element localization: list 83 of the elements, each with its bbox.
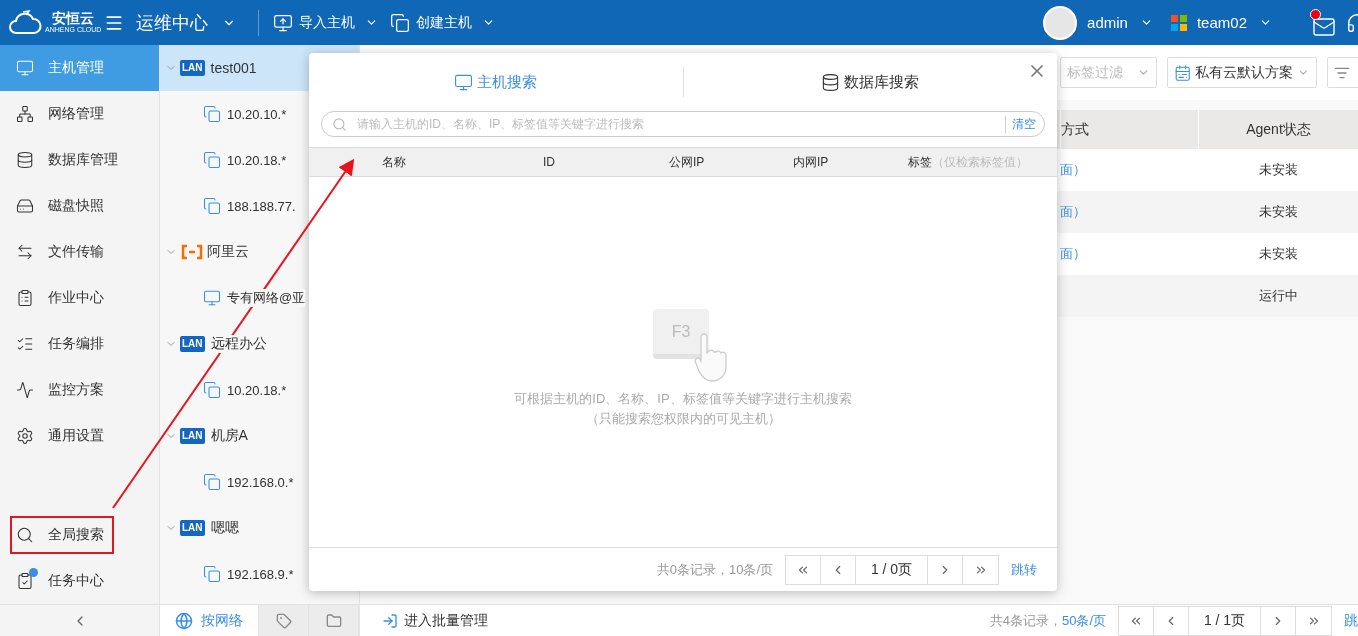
- column-header: 公网IP: [669, 153, 706, 171]
- tag-icon: [275, 612, 292, 629]
- clipboard-icon: [16, 289, 34, 307]
- globe-icon: [175, 611, 194, 630]
- transfer-icon: [16, 243, 34, 261]
- node-label: 阿里云: [207, 243, 249, 261]
- enter-icon: [382, 612, 398, 629]
- nav-item[interactable]: 磁盘快照: [0, 183, 159, 229]
- database-icon: [16, 151, 34, 169]
- record-summary: 共0条记录，10条/页: [656, 560, 773, 579]
- top-action-button[interactable]: 导入主机: [271, 12, 388, 33]
- node-label: 嗯嗯: [210, 519, 239, 537]
- nav-item[interactable]: 文件传输: [0, 229, 159, 275]
- filter-select[interactable]: 私有云默认方案: [1167, 57, 1317, 88]
- tree-tab[interactable]: [309, 605, 359, 636]
- tree-node[interactable]: 阿里云: [160, 229, 359, 275]
- column-header: 内网IP: [793, 153, 830, 171]
- nav-item[interactable]: 全局搜索: [0, 512, 159, 558]
- node-label: 机房A: [210, 427, 248, 445]
- tree-leaf[interactable]: 10.20.18.*: [160, 137, 359, 183]
- jump-link[interactable]: 跳转: [1011, 560, 1037, 579]
- avatar[interactable]: [1043, 5, 1078, 40]
- tree-node[interactable]: LAN 嗯嗯: [160, 505, 359, 551]
- search-icon: [16, 526, 34, 544]
- search-icon: [332, 116, 347, 132]
- agent-status: 未安装: [1258, 203, 1298, 221]
- empty-hint: （只能搜索您权限内的可见主机）: [585, 410, 781, 428]
- folder-icon: [325, 612, 342, 629]
- database-icon: [821, 72, 841, 92]
- logo-text: 安恒云: [52, 11, 95, 26]
- checklist-icon: [16, 335, 34, 353]
- tree-leaf[interactable]: 专有网络@亚: [160, 275, 359, 321]
- access-link[interactable]: 面）: [1060, 161, 1086, 179]
- dialog-tab[interactable]: 数据库搜索: [683, 67, 1057, 97]
- clear-button[interactable]: 清空: [1005, 115, 1040, 133]
- sort-button[interactable]: [1327, 57, 1358, 88]
- lan-badge: LAN: [180, 60, 205, 76]
- cloud-logo-icon: [8, 9, 42, 36]
- nav-item[interactable]: 任务中心: [0, 558, 159, 604]
- node-label: 远程办公: [210, 335, 267, 353]
- module-dropdown[interactable]: 运维中心: [124, 10, 236, 35]
- settings-icon: [16, 427, 34, 445]
- bracket-logo-icon: [180, 244, 204, 260]
- clipboard-check-icon: [16, 572, 34, 590]
- calendar-icon: [1174, 63, 1192, 82]
- team-logo-icon: [1170, 14, 1187, 31]
- tree-leaf[interactable]: 188.188.77.: [160, 183, 359, 229]
- nav-item[interactable]: 作业中心: [0, 275, 159, 321]
- tree-tab[interactable]: 按网络: [160, 605, 260, 636]
- network-icon: [16, 105, 34, 123]
- access-link[interactable]: 面）: [1060, 245, 1086, 263]
- lan-badge: LAN: [180, 336, 205, 352]
- nav-item[interactable]: 数据库管理: [0, 137, 159, 183]
- nav-item[interactable]: 通用设置: [0, 413, 159, 459]
- nav-item[interactable]: 网络管理: [0, 91, 159, 137]
- tree-leaf[interactable]: 192.168.0.*: [160, 459, 359, 505]
- mail-button[interactable]: [1312, 10, 1336, 35]
- empty-hint: 可根据主机的ID、名称、IP、标签值等关键字进行主机搜索: [514, 390, 852, 408]
- column-header: 名称: [382, 153, 407, 171]
- lan-badge: LAN: [180, 428, 205, 444]
- lan-badge: LAN: [180, 520, 205, 536]
- batch-manage-button[interactable]: 进入批量管理: [382, 611, 488, 630]
- tree-node[interactable]: LAN 机房A: [160, 413, 359, 459]
- column-header: ID: [543, 155, 556, 169]
- agent-status: 运行中: [1258, 287, 1298, 305]
- tree-node[interactable]: LAN 远程办公: [160, 321, 359, 367]
- node-label: test001: [210, 60, 257, 76]
- agent-status: 未安装: [1258, 161, 1298, 179]
- agent-status: 未安装: [1258, 245, 1298, 263]
- tree-leaf[interactable]: 10.20.18.*: [160, 367, 359, 413]
- hand-icon: [693, 333, 729, 385]
- pulse-icon: [16, 381, 34, 399]
- tree-leaf[interactable]: 192.168.9.*: [160, 551, 359, 597]
- dialog-tab[interactable]: 主机搜索: [309, 67, 684, 97]
- user-menu[interactable]: admin: [1087, 14, 1161, 31]
- tree-tab[interactable]: [259, 605, 310, 636]
- record-summary: 共4条记录，: [989, 611, 1062, 630]
- nav-item[interactable]: 任务编排: [0, 321, 159, 367]
- team-menu[interactable]: team02: [1196, 14, 1280, 31]
- page-size-link[interactable]: 50条/页: [1061, 611, 1106, 630]
- top-action-button[interactable]: 创建主机: [388, 12, 505, 33]
- nav-item[interactable]: 监控方案: [0, 367, 159, 413]
- jump-link[interactable]: 跳: [1344, 611, 1358, 630]
